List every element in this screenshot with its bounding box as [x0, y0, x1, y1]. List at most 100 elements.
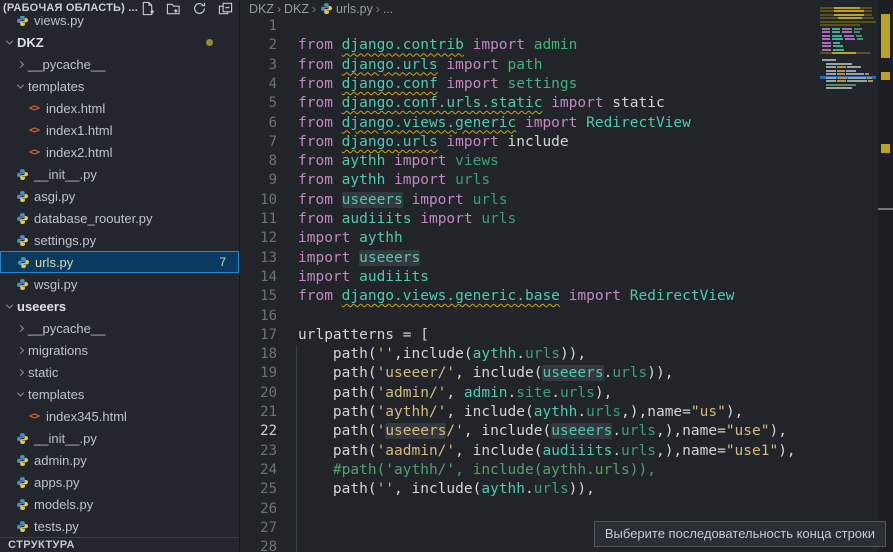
tree-item-label: __init__.py [34, 167, 97, 182]
tree-item--init-py[interactable]: __init__.py [0, 427, 239, 449]
line-number[interactable]: 19 [240, 364, 277, 383]
overview-ruler[interactable] [878, 0, 893, 552]
tree-item-index1-html[interactable]: <>index1.html [0, 119, 239, 141]
workspace-section-header[interactable]: (РАБОЧАЯ ОБЛАСТЬ) ... [0, 0, 239, 16]
tree-item--pycache-[interactable]: __pycache__ [0, 317, 239, 339]
tree-item-asgi-py[interactable]: asgi.py [0, 185, 239, 207]
outline-section-header[interactable]: СТРУКТУРА [0, 537, 239, 552]
code-line-7[interactable]: 7from django.urls import include [240, 133, 893, 152]
code-line-22[interactable]: 22 path('useeers/', include(useeers.urls… [240, 422, 893, 441]
code-line-20[interactable]: 20 path('admin/', admin.site.urls), [240, 384, 893, 403]
code-editor[interactable]: DKZ›DKZ›urls.py›... 12from django.contri… [240, 0, 893, 552]
code-line-12[interactable]: 12import aythh [240, 229, 893, 248]
code-line-3[interactable]: 3from django.urls import path [240, 56, 893, 75]
line-number[interactable]: 9 [240, 171, 277, 190]
breadcrumb-item--[interactable]: ... [383, 2, 393, 16]
code-line-1[interactable]: 1 [240, 17, 893, 36]
line-content: from aythh import urls [298, 171, 490, 190]
line-number[interactable]: 26 [240, 500, 277, 519]
tree-item-wsgi-py[interactable]: wsgi.py [0, 273, 239, 295]
tree-item-settings-py[interactable]: settings.py [0, 229, 239, 251]
code-line-13[interactable]: 13 import useeers [240, 249, 893, 268]
line-number[interactable]: 27 [240, 519, 277, 538]
tree-item-templates[interactable]: templates [0, 383, 239, 405]
line-number[interactable]: 6 [240, 114, 277, 133]
tree-item-migrations[interactable]: migrations [0, 339, 239, 361]
code-line-8[interactable]: 8from aythh import views [240, 152, 893, 171]
problems-count-badge: 7 [219, 255, 226, 269]
line-number[interactable]: 2 [240, 36, 277, 55]
tree-item-admin-py[interactable]: admin.py [0, 449, 239, 471]
python-icon [319, 2, 333, 16]
code-line-9[interactable]: 9 from aythh import urls [240, 171, 893, 190]
new-folder-icon[interactable] [166, 1, 181, 16]
breadcrumb-item-urls-py[interactable]: urls.py [319, 2, 373, 16]
line-number[interactable]: 3 [240, 56, 277, 75]
code-line-6[interactable]: 6from django.views.generic import Redire… [240, 114, 893, 133]
tree-item-templates[interactable]: templates [0, 75, 239, 97]
breadcrumb-item-dkz[interactable]: DKZ [249, 2, 274, 16]
code-line-16[interactable]: 16 [240, 307, 893, 326]
line-number[interactable]: 16 [240, 307, 277, 326]
line-number[interactable]: 28 [240, 538, 277, 552]
line-number[interactable]: 8 [240, 152, 277, 171]
code-line-23[interactable]: 23 path('aadmin/', include(audiiits.urls… [240, 442, 893, 461]
line-number[interactable]: 24 [240, 461, 277, 480]
code-line-15[interactable]: 15from django.views.generic.base import … [240, 287, 893, 306]
workspace-title: (РАБОЧАЯ ОБЛАСТЬ) ... [3, 2, 138, 14]
line-number[interactable]: 25 [240, 480, 277, 499]
line-number[interactable]: 11 [240, 210, 277, 229]
line-number[interactable]: 10 [240, 191, 277, 210]
line-number[interactable]: 22 [240, 422, 277, 441]
tree-item-urls-py[interactable]: urls.py7 [0, 251, 239, 273]
code-line-11[interactable]: 11 from audiiits import urls [240, 210, 893, 229]
line-number[interactable]: 18 [240, 345, 277, 364]
line-number[interactable]: 1 [240, 17, 277, 36]
line-number[interactable]: 14 [240, 268, 277, 287]
line-number[interactable]: 15 [240, 287, 277, 306]
line-number[interactable]: 13 [240, 249, 277, 268]
line-content: from audiiits import urls [298, 210, 516, 229]
code-line-25[interactable]: 25 path('', include(aythh.urls)), [240, 480, 893, 499]
tree-item-useeers[interactable]: useeers [0, 295, 239, 317]
code-line-5[interactable]: 5from django.conf.urls.static import sta… [240, 94, 893, 113]
tree-item-label: useeers [17, 299, 66, 314]
tree-item-tests-py[interactable]: tests.py [0, 515, 239, 537]
tree-item-static[interactable]: static [0, 361, 239, 383]
code-line-2[interactable]: 2from django.contrib import admin [240, 36, 893, 55]
tree-item-apps-py[interactable]: apps.py [0, 471, 239, 493]
line-number[interactable]: 4 [240, 75, 277, 94]
line-number[interactable]: 20 [240, 384, 277, 403]
code-line-26[interactable]: 26 [240, 500, 893, 519]
minimap[interactable] [820, 0, 878, 552]
code-line-10[interactable]: 10from useeers import urls [240, 191, 893, 210]
line-number[interactable]: 17 [240, 326, 277, 345]
breadcrumb-item-dkz[interactable]: DKZ [284, 2, 309, 16]
line-number[interactable]: 21 [240, 403, 277, 422]
tree-item-dkz[interactable]: DKZ [0, 31, 239, 53]
python-icon [15, 167, 29, 181]
code-line-24[interactable]: 24 #path('aythh/', include(aythh.urls)), [240, 461, 893, 480]
code-line-19[interactable]: 19 path('useeer/', include(useeers.urls)… [240, 364, 893, 383]
tree-item-label: templates [28, 387, 84, 402]
code-line-21[interactable]: 21 path('aythh/', include(aythh.urls,),n… [240, 403, 893, 422]
line-number[interactable]: 12 [240, 229, 277, 248]
line-number[interactable]: 23 [240, 442, 277, 461]
code-line-17[interactable]: 17urlpatterns = [ [240, 326, 893, 345]
tree-item-models-py[interactable]: models.py [0, 493, 239, 515]
line-number[interactable]: 7 [240, 133, 277, 152]
line-content: import useeers [298, 249, 420, 268]
refresh-icon[interactable] [192, 1, 207, 16]
line-number[interactable]: 5 [240, 94, 277, 113]
code-line-4[interactable]: 4from django.conf import settings [240, 75, 893, 94]
tree-item--init-py[interactable]: __init__.py [0, 163, 239, 185]
tree-item-database-roouter-py[interactable]: database_roouter.py [0, 207, 239, 229]
code-line-18[interactable]: 18 path('',include(aythh.urls)), [240, 345, 893, 364]
tree-item-index-html[interactable]: <>index.html [0, 97, 239, 119]
tree-item-index2-html[interactable]: <>index2.html [0, 141, 239, 163]
tree-item--pycache-[interactable]: __pycache__ [0, 53, 239, 75]
tree-item-index345-html[interactable]: <>index345.html [0, 405, 239, 427]
collapse-all-icon[interactable] [218, 1, 233, 16]
code-line-14[interactable]: 14import audiiits [240, 268, 893, 287]
new-file-icon[interactable] [140, 1, 155, 16]
